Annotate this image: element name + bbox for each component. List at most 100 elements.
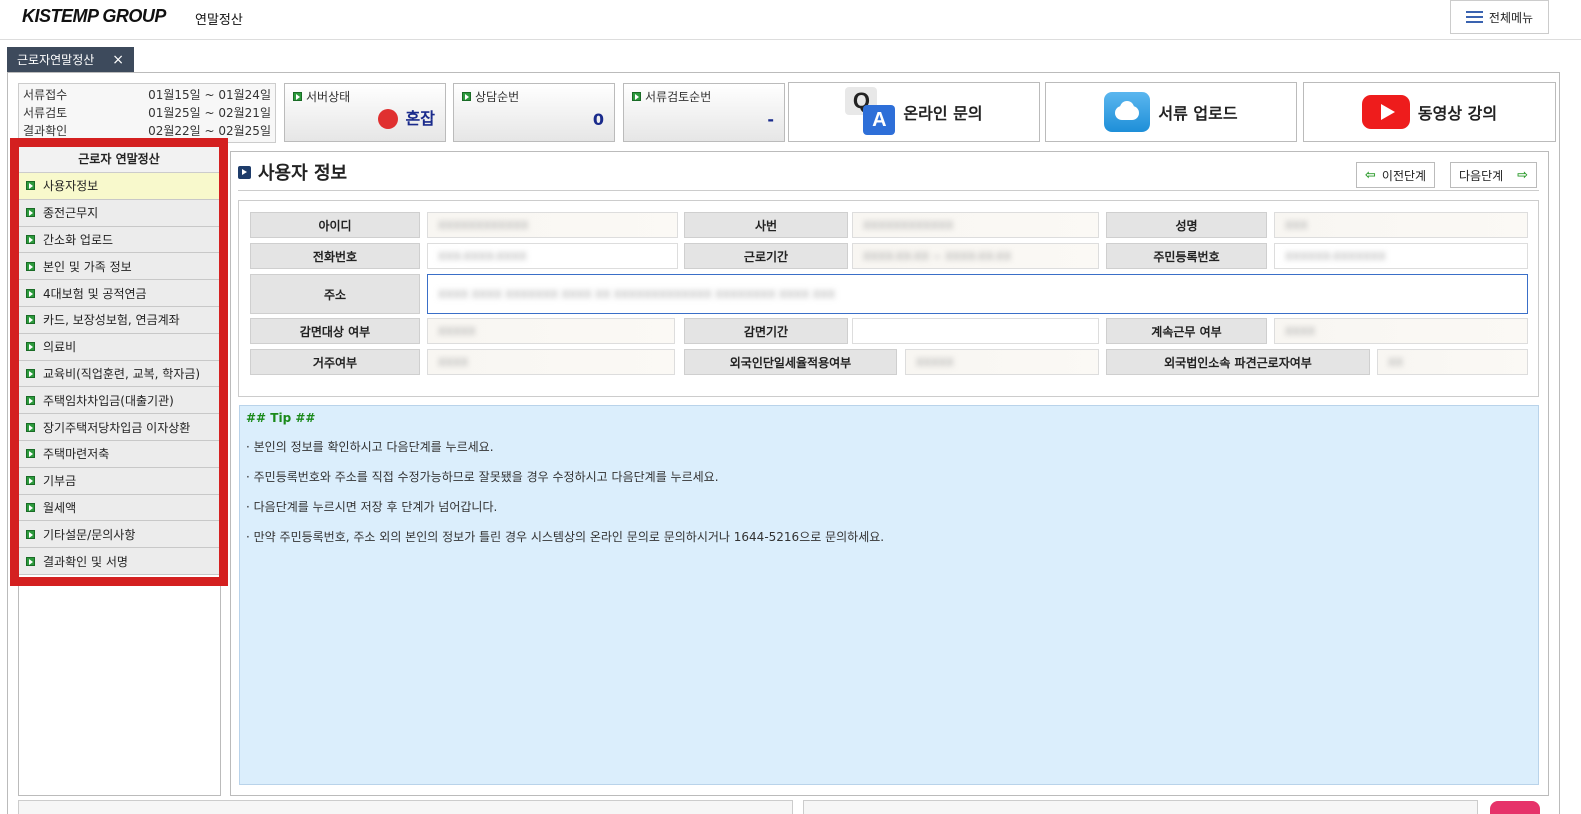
tab-strip: 근로자연말정산 ×	[7, 47, 135, 72]
sidebar-item-housing-loan[interactable]: 주택임차차입금(대출기관)	[19, 387, 219, 415]
sidebar-item-user-info[interactable]: 사용자정보	[19, 173, 219, 200]
sidebar-item-label: 종전근무지	[43, 206, 99, 221]
address-value: XXXX XXXX XXXXXXX XXXX XX XXXXXXXXXXXXX …	[438, 287, 836, 301]
address-field[interactable]: XXXX XXXX XXXXXXX XXXX XX XXXXXXXXXXXXX …	[427, 274, 1528, 314]
sidebar-item-label: 월세액	[43, 500, 77, 515]
document-upload-button[interactable]: 서류 업로드	[1045, 82, 1297, 142]
sidebar-item-insurance-pension[interactable]: 4대보험 및 공적연금	[19, 280, 219, 307]
rrn-field[interactable]: XXXXXX-XXXXXXX	[1274, 243, 1528, 269]
name-field: XXX	[1274, 212, 1528, 238]
video-lecture-button[interactable]: 동영상 강의	[1303, 82, 1556, 142]
sidebar-item-card-insurance[interactable]: 카드, 보장성보험, 연금계좌	[19, 306, 219, 334]
cloud-upload-icon	[1104, 92, 1151, 132]
sidebar-item-label: 4대보험 및 공적연금	[43, 286, 147, 301]
employee-number-field: XXXXXXXXXXXX	[852, 212, 1099, 238]
youtube-play-icon	[1361, 95, 1410, 129]
sidebar-item-medical[interactable]: 의료비	[19, 333, 219, 361]
id-value: XXXXXXXXXXXX	[438, 218, 529, 232]
tax-exempt-label: 감면대상 여부	[250, 318, 420, 344]
dispatch-worker-value: XX	[1388, 355, 1404, 369]
bullet-icon	[26, 529, 35, 539]
review-queue-box: 서류검토순번 -	[623, 83, 785, 142]
rrn-label: 주민등록번호	[1106, 243, 1267, 269]
schedule-label: 서류접수	[23, 88, 68, 102]
sidebar-item-mortgage-interest[interactable]: 장기주택저당차입금 이자상환	[19, 414, 219, 441]
bullet-icon	[26, 288, 35, 298]
bottom-action-button[interactable]	[1490, 801, 1540, 814]
online-inquiry-button[interactable]: QA 온라인 문의	[788, 82, 1040, 142]
bullet-icon	[26, 502, 35, 512]
name-value: XXX	[1285, 218, 1308, 232]
all-menu-button[interactable]: 전체메뉴	[1450, 0, 1549, 34]
sidebar-item-education[interactable]: 교육비(직업훈련, 교복, 학자금)	[19, 360, 219, 388]
continuous-work-label: 계속근무 여부	[1106, 318, 1267, 344]
flat-tax-select[interactable]: XXXXX	[905, 349, 1099, 375]
employee-number-value: XXXXXXXXXXXX	[863, 218, 954, 232]
prev-step-label: 이전단계	[1381, 168, 1427, 183]
server-status-label: 서버상태	[306, 90, 351, 104]
dispatch-worker-select[interactable]: XX	[1377, 349, 1528, 375]
sidebar-item-label: 의료비	[43, 340, 77, 355]
tax-exempt-value: XXXXX	[438, 324, 476, 338]
prev-step-button[interactable]: ⇦ 이전단계	[1356, 162, 1436, 188]
phone-label: 전화번호	[250, 243, 420, 269]
tip-box: ## Tip ## · 본인의 정보를 확인하시고 다음단계를 누르세요. · …	[239, 405, 1539, 785]
top-bar: KISTEMP GROUP 연말정산 전체메뉴	[0, 0, 1581, 40]
sidebar-item-label: 주택임차차입금(대출기관)	[43, 393, 174, 408]
bottom-input-bar[interactable]	[18, 800, 793, 814]
sidebar-item-monthly-rent[interactable]: 월세액	[19, 494, 219, 522]
tax-exempt-select[interactable]: XXXXX	[427, 318, 675, 344]
sidebar-item-label: 교육비(직업훈련, 교복, 학자금)	[43, 366, 201, 381]
id-label: 아이디	[250, 212, 420, 238]
app-title: 연말정산	[195, 13, 243, 28]
sidebar-item-label: 사용자정보	[43, 179, 99, 194]
tab-label: 근로자연말정산	[17, 53, 95, 67]
schedule-row: 서류접수 01월15일 ~ 01월24일	[23, 86, 271, 104]
schedule-label: 서류검토	[23, 106, 68, 120]
online-inquiry-label: 온라인 문의	[903, 104, 983, 123]
bullet-icon	[26, 181, 35, 191]
bullet-icon	[26, 342, 35, 352]
residency-value: XXXX	[438, 355, 469, 369]
sidebar-item-survey[interactable]: 기타설문/문의사항	[19, 521, 219, 549]
bullet-icon	[26, 556, 35, 566]
video-lecture-label: 동영상 강의	[1417, 104, 1498, 123]
sidebar-item-label: 카드, 보장성보험, 연금계좌	[43, 313, 180, 328]
bullet-icon	[26, 476, 35, 486]
schedule-row: 서류검토 01월25일 ~ 02월21일	[23, 104, 271, 122]
consult-queue-box: 상담순번 0	[453, 83, 615, 142]
phone-field[interactable]: XXX-XXXX-XXXX	[427, 243, 678, 269]
sidebar-item-family-info[interactable]: 본인 및 가족 정보	[19, 253, 219, 281]
sidebar-item-donation[interactable]: 기부금	[19, 467, 219, 495]
exempt-period-field[interactable]	[852, 318, 1099, 344]
all-menu-label: 전체메뉴	[1488, 10, 1534, 25]
name-label: 성명	[1106, 212, 1267, 238]
sidebar-item-result-sign[interactable]: 결과확인 및 서명	[19, 548, 219, 575]
sidebar-item-previous-workplace[interactable]: 종전근무지	[19, 199, 219, 227]
close-icon[interactable]: ×	[112, 52, 124, 68]
schedule-period: 01월15일 ~ 01월24일	[148, 88, 271, 102]
address-label: 주소	[250, 274, 420, 314]
sidebar-item-label: 본인 및 가족 정보	[43, 259, 132, 274]
bullet-icon	[632, 92, 641, 101]
residency-select[interactable]: XXXX	[427, 349, 675, 375]
document-upload-label: 서류 업로드	[1158, 104, 1238, 123]
tab-year-end-settlement[interactable]: 근로자연말정산 ×	[7, 47, 135, 72]
sidebar-item-simplified-upload[interactable]: 간소화 업로드	[19, 226, 219, 254]
qa-icon: QA	[845, 87, 896, 137]
sidebar-item-housing-savings[interactable]: 주택마련저축	[19, 440, 219, 468]
continuous-work-select[interactable]: XXXX	[1274, 318, 1528, 344]
sidebar-title: 근로자 연말정산	[19, 147, 219, 173]
residency-label: 거주여부	[250, 349, 420, 375]
flat-tax-value: XXXXX	[916, 355, 954, 369]
server-status-value: 혼잡	[405, 108, 435, 128]
next-step-button[interactable]: 다음단계 ⇨	[1450, 162, 1538, 188]
company-logo[interactable]: KISTEMP GROUP	[22, 6, 166, 27]
bullet-icon	[462, 92, 471, 101]
work-period-field: XXXX-XX-XX ~ XXXX-XX-XX	[852, 243, 1099, 269]
employee-number-label: 사번	[684, 212, 848, 238]
dispatch-worker-label: 외국법인소속 파견근로자여부	[1106, 349, 1370, 375]
bottom-input-bar-2[interactable]	[803, 800, 1478, 814]
sidebar-item-label: 주택마련저축	[43, 447, 110, 462]
exempt-period-label: 감면기간	[684, 318, 848, 344]
